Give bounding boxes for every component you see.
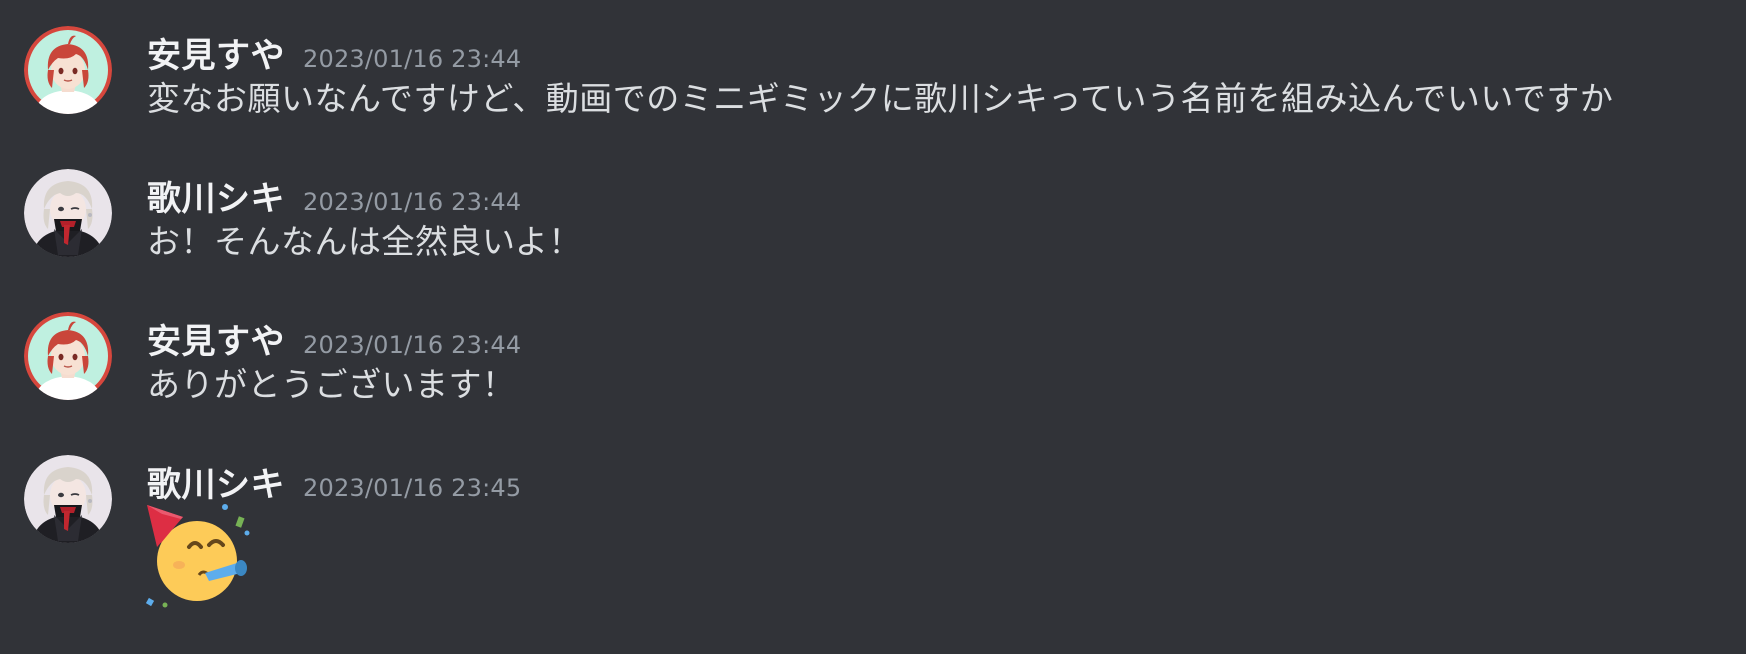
timestamp: 2023/01/16 23:44 <box>303 188 522 216</box>
message-header: 歌川シキ 2023/01/16 23:45 <box>147 457 521 505</box>
message-header: 安見すや 2023/01/16 23:44 <box>147 28 521 76</box>
red-haired-avatar-icon <box>24 26 112 114</box>
partying-face-emoji-icon <box>143 501 255 613</box>
message-header: 歌川シキ 2023/01/16 23:44 <box>147 171 521 219</box>
timestamp: 2023/01/16 23:44 <box>303 45 522 73</box>
username[interactable]: 歌川シキ <box>147 457 285 506</box>
silver-haired-avatar-icon <box>24 169 112 257</box>
chat-message: 歌川シキ 2023/01/16 23:45 <box>0 455 1746 615</box>
message-content: 変なお願いなんですけど、動画でのミニギミックに歌川シキっていう名前を組み込んでい… <box>147 79 1614 118</box>
chat-message: 安見すや 2023/01/16 23:44 ありがとうございます！ <box>0 312 1746 412</box>
message-header: 安見すや 2023/01/16 23:44 <box>147 314 521 362</box>
chat-message: 歌川シキ 2023/01/16 23:44 お！そんなんは全然良いよ！ <box>0 169 1746 269</box>
avatar[interactable] <box>24 455 112 543</box>
silver-haired-avatar-icon <box>24 455 112 543</box>
avatar[interactable] <box>24 312 112 400</box>
username[interactable]: 歌川シキ <box>147 171 285 220</box>
timestamp: 2023/01/16 23:44 <box>303 331 522 359</box>
avatar[interactable] <box>24 26 112 114</box>
chat-message: 安見すや 2023/01/16 23:44 変なお願いなんですけど、動画でのミニ… <box>0 26 1746 126</box>
message-content: ありがとうございます！ <box>147 365 516 404</box>
avatar[interactable] <box>24 169 112 257</box>
red-haired-avatar-icon <box>24 312 112 400</box>
chat-message-list: 安見すや 2023/01/16 23:44 変なお願いなんですけど、動画でのミニ… <box>0 0 1746 654</box>
timestamp: 2023/01/16 23:45 <box>303 474 522 502</box>
username[interactable]: 安見すや <box>147 314 285 363</box>
username[interactable]: 安見すや <box>147 28 285 77</box>
message-content: お！そんなんは全然良いよ！ <box>147 222 582 261</box>
